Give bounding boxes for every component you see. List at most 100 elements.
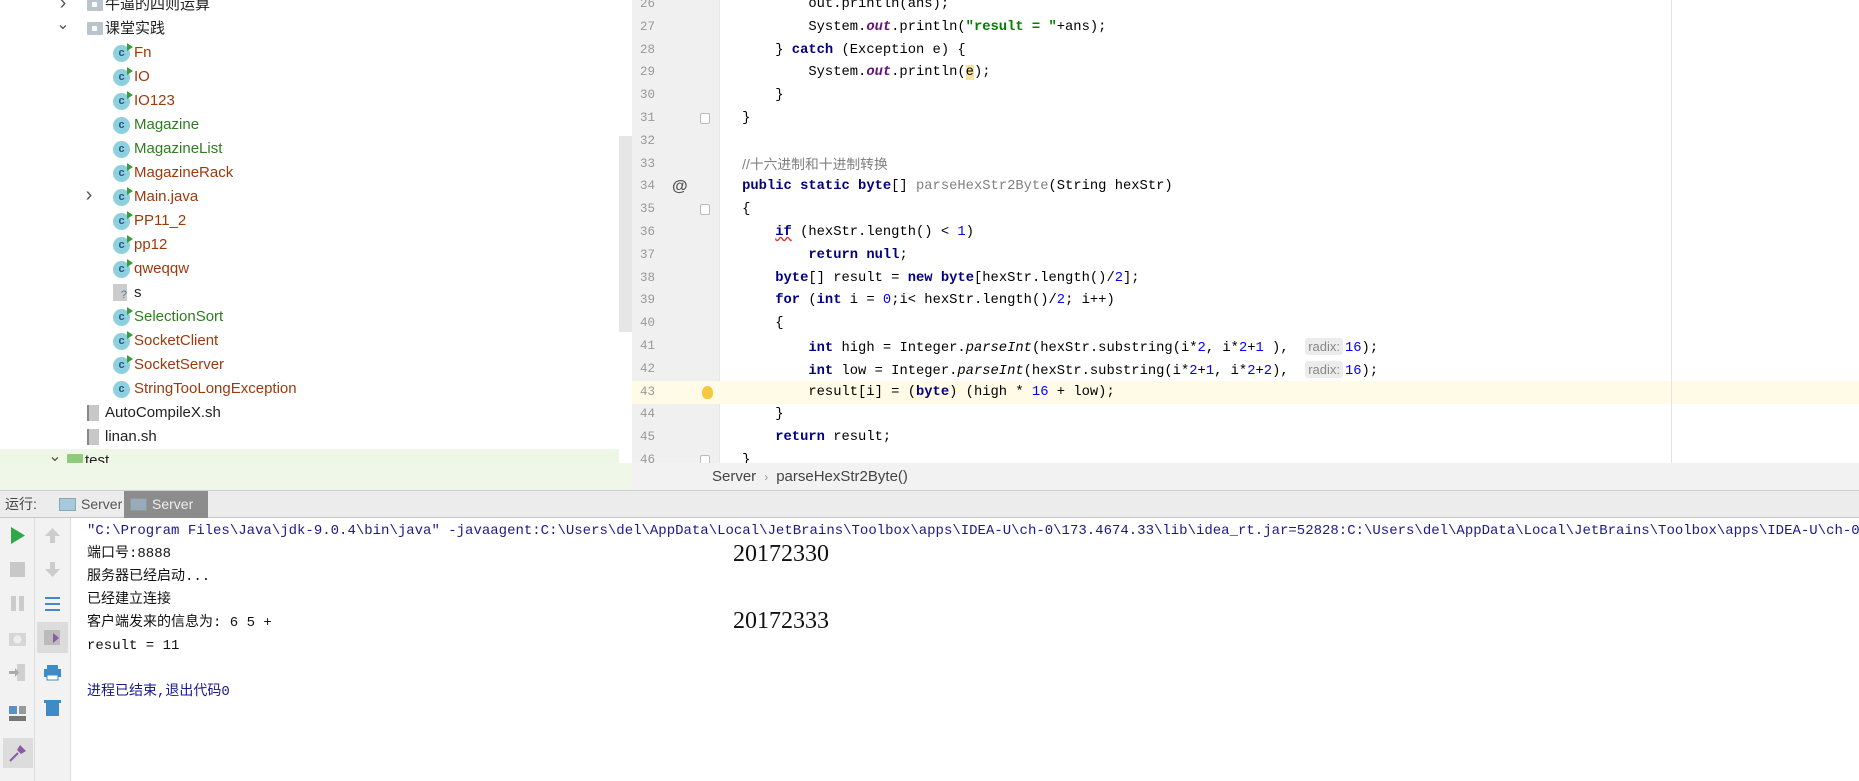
tree-item[interactable]: c Magazine — [0, 113, 619, 137]
tree-item[interactable]: ⌄ 课堂实践 — [0, 16, 619, 41]
tree-item[interactable]: c pp12 — [0, 233, 619, 257]
code-token: 16 — [1031, 384, 1049, 400]
breadcrumb-item-class[interactable]: Server — [712, 468, 756, 485]
tree-item[interactable]: c PP11_2 — [0, 209, 619, 233]
tree-item[interactable]: ? s — [0, 281, 619, 305]
tree-item-label: linan.sh — [105, 428, 157, 445]
soft-wrap-icon[interactable] — [43, 594, 62, 613]
chevron-down-icon[interactable]: ⌄ — [48, 445, 62, 463]
tree-item[interactable]: c IO — [0, 65, 619, 89]
code-line[interactable] — [720, 130, 1859, 153]
project-tree: › 牛逼的四则运算 ⌄ 课堂实践 c Fn c IO c IO123 c Magazine c Magaz… — [0, 0, 632, 463]
chevron-down-icon[interactable]: ⌄ — [56, 13, 70, 37]
code-token: (hexStr.substring(i* — [1031, 341, 1198, 356]
tree-item[interactable]: c MagazineList — [0, 137, 619, 161]
code-line[interactable]: } catch (Exception e) { — [720, 39, 1859, 62]
tree-item[interactable]: c MagazineRack — [0, 161, 619, 185]
run-tab-server-1[interactable]: Server — [53, 491, 124, 518]
tree-item[interactable]: › c Main.java — [0, 183, 619, 209]
fold-marker-icon[interactable] — [700, 113, 710, 124]
scroll-to-end-button[interactable] — [37, 622, 68, 653]
code-line[interactable]: System.out.println(e); — [720, 61, 1859, 84]
line-number: 31 — [640, 111, 656, 125]
code-line[interactable]: } — [720, 403, 1859, 426]
tree-item[interactable]: c qweqqw — [0, 257, 619, 281]
code-text: { — [720, 198, 750, 221]
tree-item[interactable]: › 牛逼的四则运算 — [0, 0, 619, 17]
console-output[interactable]: 20172330 20172333 "C:\Program Files\Java… — [71, 518, 1859, 781]
code-token: ); — [973, 65, 991, 81]
code-token: 2 — [1247, 363, 1256, 379]
tree-item[interactable]: ⌄ test — [0, 448, 619, 463]
code-line[interactable]: int high = Integer.parseInt(hexStr.subst… — [720, 335, 1859, 358]
code-line[interactable]: for (int i = 0;i< hexStr.length()/2; i++… — [720, 289, 1859, 312]
tree-item[interactable]: c StringTooLongException — [0, 377, 619, 401]
code-token: out — [866, 65, 892, 81]
trash-icon[interactable] — [43, 698, 62, 717]
console-icon — [59, 498, 76, 511]
tree-item[interactable]: c IO123 — [0, 89, 619, 113]
code-line[interactable]: System.out.println("result = "+ans); — [720, 16, 1859, 39]
code-editor[interactable]: out.println(ans); System.out.println("re… — [720, 0, 1859, 463]
folder-icon — [67, 454, 83, 463]
code-line[interactable]: if (hexStr.length() < 1) — [720, 221, 1859, 244]
editor-gutter: 26 27 28 29 30 31 32 33 34 @35 36 37 38 39 40 41 42 43 44 4… — [632, 0, 720, 467]
console-line: 进程已结束,退出代码0 — [87, 684, 230, 700]
layout-icon[interactable] — [8, 704, 27, 723]
code-text: return null; — [720, 244, 907, 267]
code-line[interactable]: public static byte[] parseHexStr2Byte(St… — [720, 175, 1859, 198]
breadcrumb-separator-icon: › — [764, 470, 769, 484]
down-arrow-icon[interactable] — [43, 560, 62, 579]
tree-item-label: Magazine — [134, 116, 200, 133]
code-line[interactable]: { — [720, 312, 1859, 335]
java-class-icon: c — [113, 91, 133, 110]
code-line[interactable]: int low = Integer.parseInt(hexStr.substr… — [720, 358, 1859, 381]
stop-icon[interactable] — [8, 560, 27, 579]
code-line[interactable]: } — [720, 84, 1859, 107]
up-arrow-icon[interactable] — [43, 526, 62, 545]
code-line[interactable]: byte[] result = new byte[hexStr.length()… — [720, 267, 1859, 290]
code-line[interactable]: out.println(ans); — [720, 0, 1859, 16]
code-text: } — [720, 449, 750, 463]
camera-icon[interactable] — [8, 629, 27, 648]
tree-item[interactable]: AutoCompileX.sh — [0, 401, 619, 425]
login-icon[interactable] — [8, 663, 27, 682]
tree-item[interactable]: c SocketServer — [0, 353, 619, 377]
breadcrumb: Server › parseHexStr2Byte() — [632, 463, 1859, 491]
pause-icon[interactable] — [8, 594, 27, 613]
run-icon[interactable] — [8, 526, 27, 545]
print-icon[interactable] — [43, 663, 62, 682]
chevron-right-icon[interactable]: › — [82, 183, 96, 207]
code-token: { — [775, 316, 784, 332]
tree-item[interactable]: linan.sh — [0, 425, 619, 449]
code-line[interactable]: } — [720, 449, 1859, 463]
code-token: ; i++) — [1065, 293, 1115, 309]
code-line[interactable]: { — [720, 198, 1859, 221]
code-line[interactable]: return result; — [720, 426, 1859, 449]
line-number: 41 — [640, 339, 656, 353]
lightbulb-icon[interactable] — [702, 385, 713, 399]
code-token: public static byte — [742, 179, 892, 195]
code-line[interactable]: result[i] = (byte) (high * 16 + low); — [720, 380, 1859, 404]
code-token: 2 — [1238, 341, 1248, 356]
pin-button[interactable] — [3, 738, 33, 768]
tree-item[interactable]: c Fn — [0, 41, 619, 65]
tree-item[interactable]: c SelectionSort — [0, 305, 619, 329]
code-token: ;i< hexStr.length()/ — [891, 293, 1057, 309]
tab-label: Server — [81, 496, 123, 512]
console-icon — [130, 498, 147, 511]
tree-item[interactable]: c SocketClient — [0, 329, 619, 353]
code-line[interactable]: return null; — [720, 244, 1859, 267]
run-tab-server-2[interactable]: Server — [124, 491, 208, 518]
java-class-icon: c — [113, 211, 133, 230]
breadcrumb-item-method[interactable]: parseHexStr2Byte() — [776, 468, 908, 485]
tree-item-label: SelectionSort — [134, 308, 224, 325]
code-line[interactable]: //十六进制和十进制转换 — [720, 153, 1859, 176]
line-number: 32 — [640, 133, 656, 148]
override-marker-icon[interactable]: @ — [672, 175, 688, 198]
code-text: { — [720, 312, 784, 335]
fold-marker-icon[interactable] — [700, 204, 710, 216]
code-line[interactable]: } — [720, 107, 1859, 130]
code-text: } — [720, 403, 783, 426]
project-tree-scrollbar[interactable] — [619, 136, 632, 332]
